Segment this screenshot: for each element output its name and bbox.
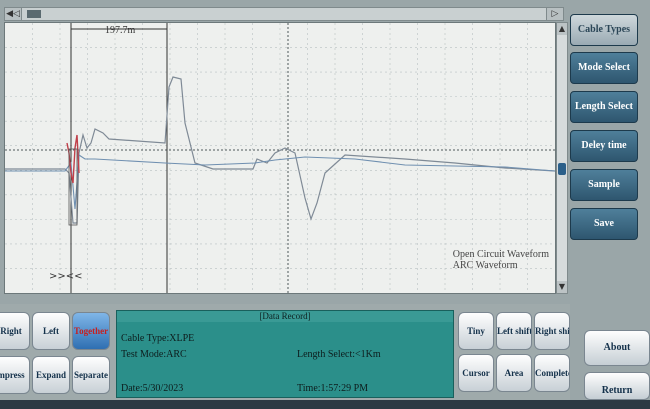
scroll-down-arrow-icon[interactable]: ▼ [557, 281, 567, 293]
cable-types-button[interactable]: Cable Types [570, 14, 638, 46]
legend-open-circuit: Open Circuit Waveform [452, 249, 549, 260]
sample-button[interactable]: Sample [570, 169, 638, 201]
data-record-panel: [Data Record] Cable Type:XLPE Test Mode:… [116, 310, 454, 398]
waveform-legend: Open Circuit Waveform ARC Waveform [453, 249, 549, 271]
waveform-plot[interactable]: 197.7m Open Circuit Waveform ARC Wavefor… [4, 22, 556, 294]
scroll-up-arrow-icon[interactable]: ▲ [557, 23, 567, 35]
cursor-button[interactable]: Cursor [458, 354, 494, 392]
compress-button[interactable]: mpress [0, 356, 30, 394]
separate-button[interactable]: Separate [72, 356, 110, 394]
mode-select-button[interactable]: Mode Select [570, 52, 638, 84]
right-menu: Cable Types Mode Select Length Select De… [570, 8, 642, 240]
length-select-button[interactable]: Length Select [570, 91, 638, 123]
return-button[interactable]: Return [584, 372, 650, 400]
vertical-scrollbar[interactable]: ▲ ▼ [556, 22, 568, 294]
together-button[interactable]: Together [72, 312, 110, 350]
date-text: Date:5/30/2023 [121, 383, 184, 394]
horizontal-scrollbar[interactable]: ◀◁ ▷ [4, 7, 564, 21]
time-text: Time:1:57:29 PM [297, 383, 369, 394]
tiny-button[interactable]: Tiny [458, 312, 494, 350]
about-button[interactable]: About [584, 330, 650, 366]
vertical-scroll-thumb[interactable] [558, 163, 566, 175]
left-button[interactable]: Left [32, 312, 70, 350]
screen: ◀◁ ▷ 197.7m Open Circuit Waveform ARC Wa… [0, 0, 650, 400]
scroll-left-arrow-icon[interactable]: ◀◁ [5, 8, 22, 20]
left-shift-button[interactable]: Left shift [496, 312, 532, 350]
scroll-right-arrow-icon[interactable]: ▷ [546, 8, 563, 20]
delay-time-button[interactable]: Deley time [570, 130, 638, 162]
right-button[interactable]: Right [0, 312, 30, 350]
scroll-thumb[interactable] [27, 10, 41, 18]
expand-button[interactable]: Expand [32, 356, 70, 394]
save-button[interactable]: Save [570, 208, 638, 240]
zero-marker: >><< [49, 271, 83, 282]
test-mode-text: Test Mode:ARC [121, 349, 187, 360]
cable-type-text: Cable Type:XLPE [121, 333, 195, 344]
complete-button[interactable]: Complete [534, 354, 570, 392]
right-shift-button[interactable]: Right shift [534, 312, 570, 350]
legend-arc: ARC Waveform [452, 260, 518, 271]
length-select-text: Length Select:<1Km [297, 349, 381, 360]
data-record-header: [Data Record] [117, 311, 453, 322]
cursor-distance-label: 197.7m [105, 25, 136, 36]
area-button[interactable]: Area [496, 354, 532, 392]
bottom-control-panel: Right Left Together mpress Expand Separa… [0, 304, 570, 400]
